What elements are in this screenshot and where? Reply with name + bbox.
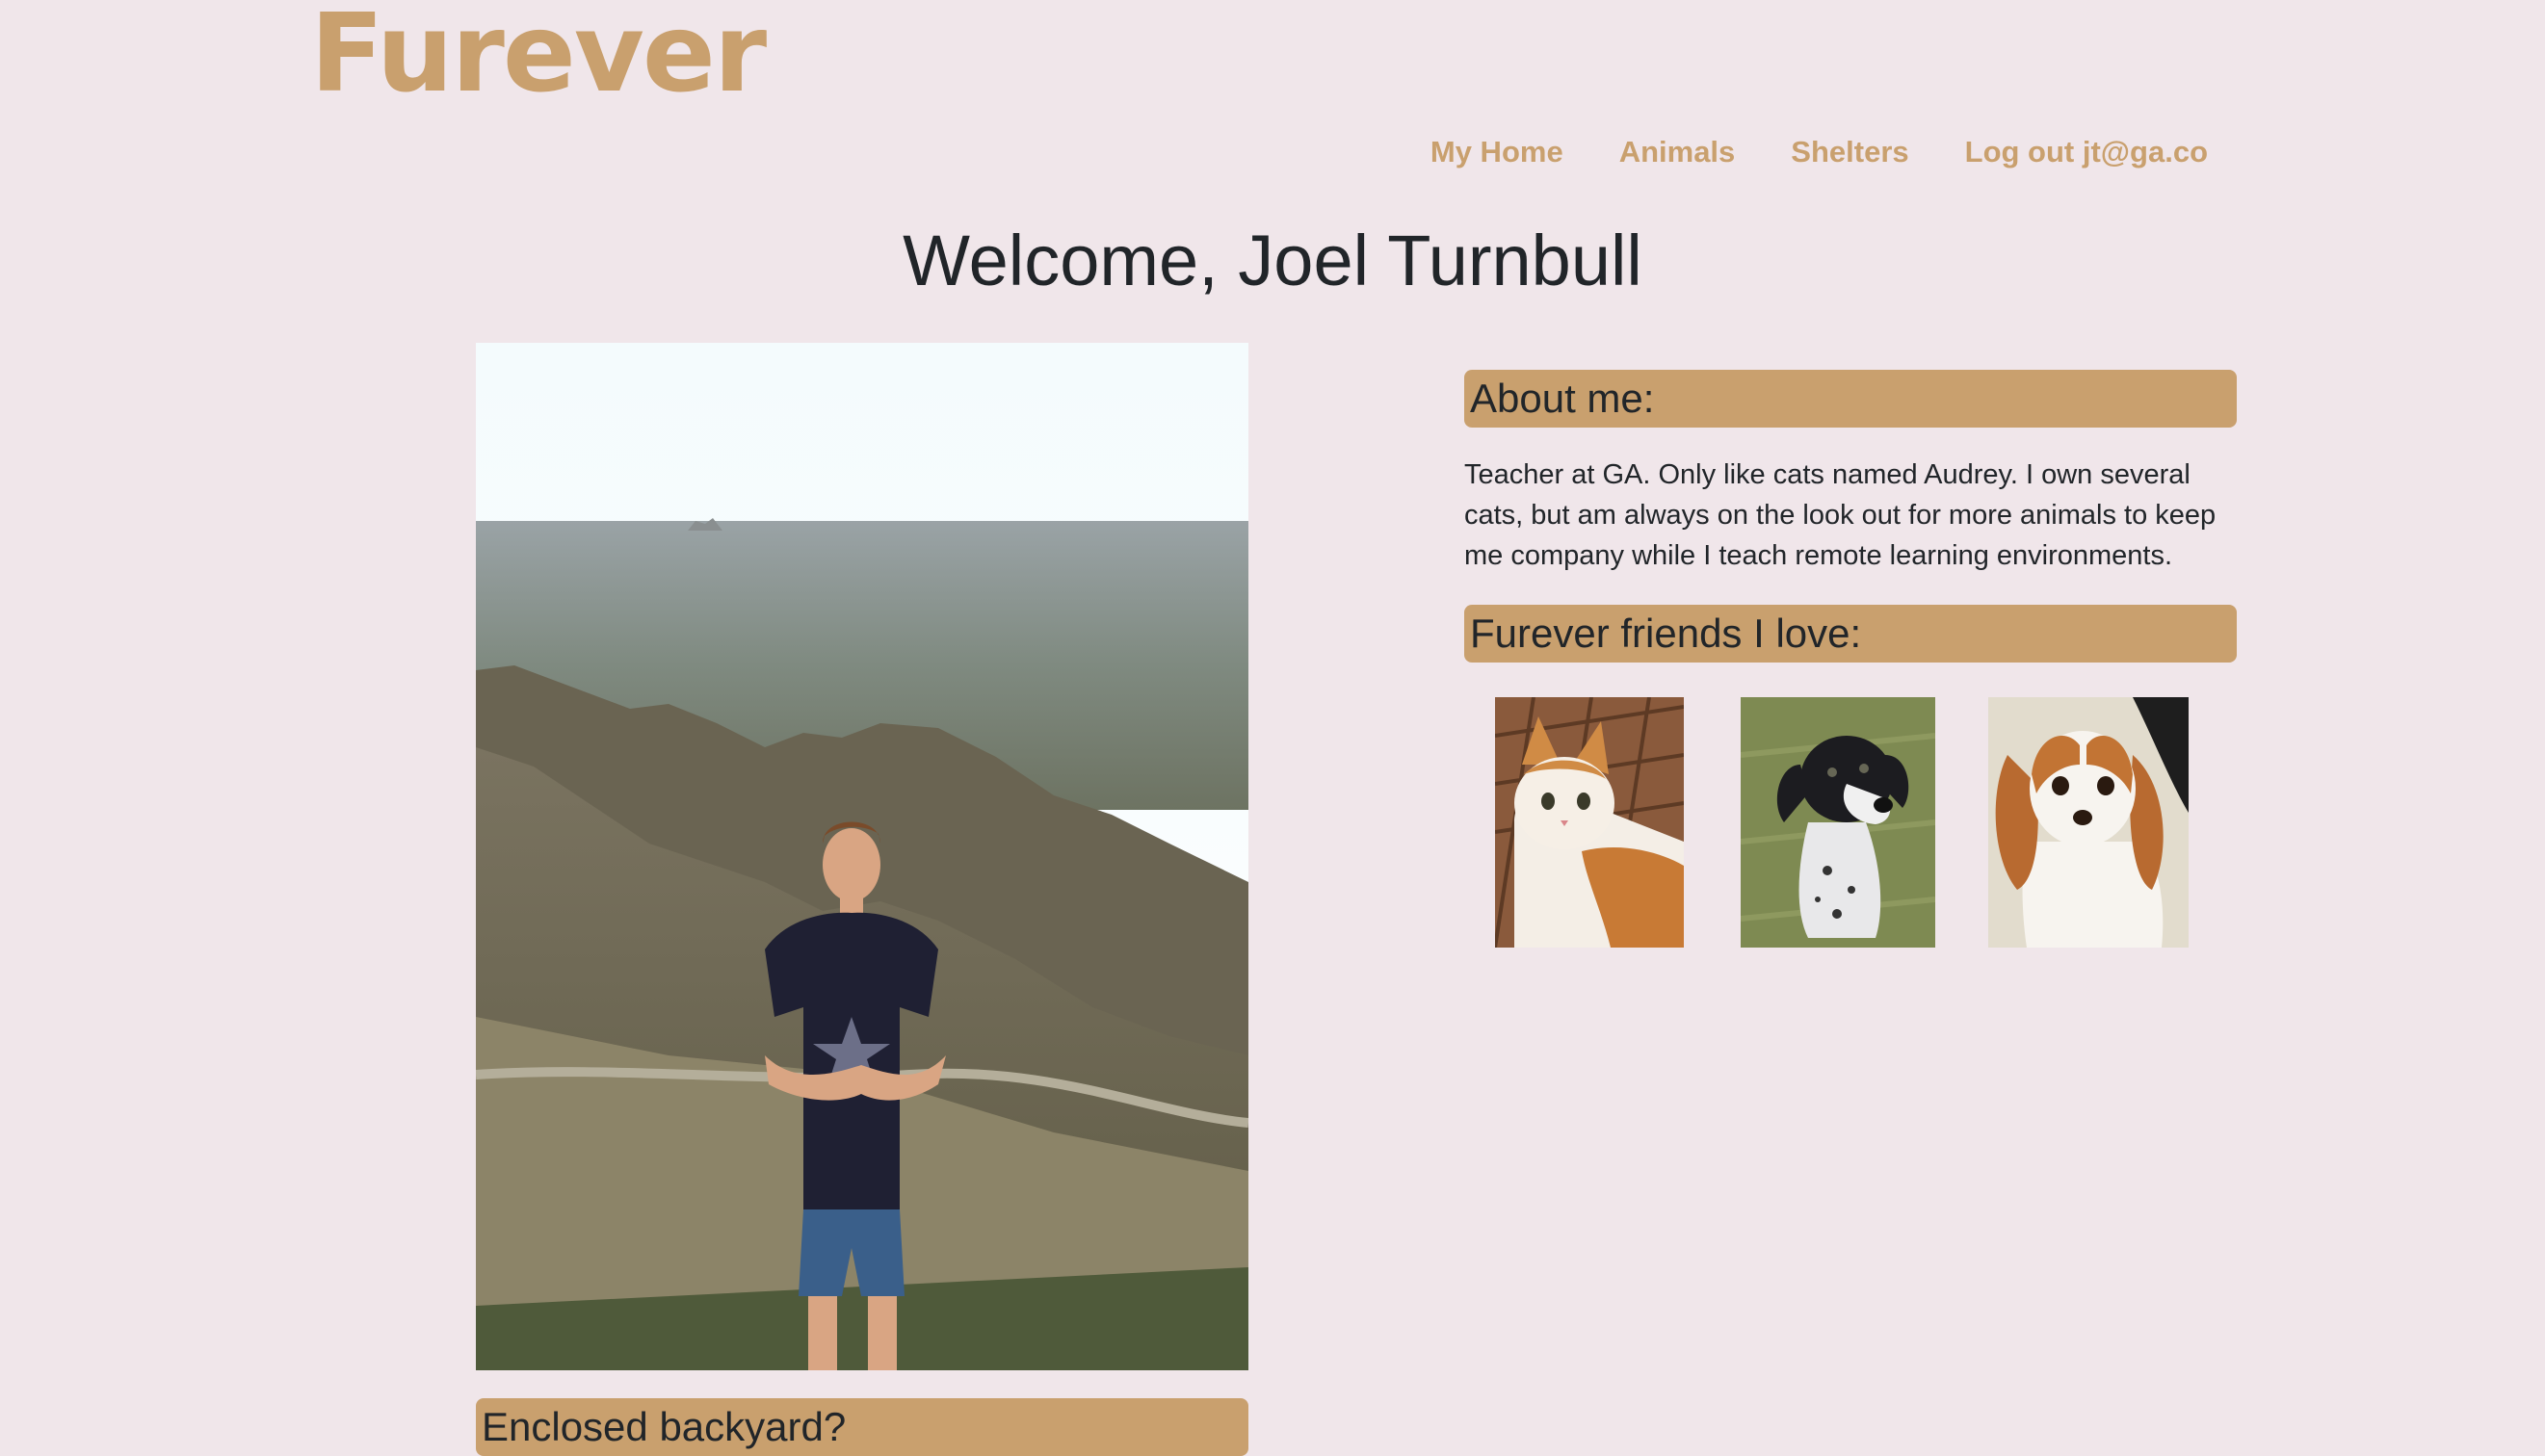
page-title: Welcome, Joel Turnbull — [903, 221, 1642, 300]
favorite-pet-spaniel[interactable] — [1988, 697, 2189, 948]
furever-logo[interactable]: Furever — [310, 0, 767, 108]
spaniel-icon — [1988, 697, 2189, 948]
favorites-heading: Furever friends I love: — [1464, 605, 2237, 663]
cat-icon — [1495, 697, 1684, 948]
about-me-heading: About me: — [1464, 370, 2237, 428]
dog-icon — [1741, 697, 1935, 948]
favorite-pet-dog[interactable] — [1741, 697, 1935, 948]
profile-photo — [476, 343, 1248, 1370]
nav-animals-link[interactable]: Animals — [1619, 135, 1736, 169]
nav-my-home-link[interactable]: My Home — [1430, 135, 1563, 169]
enclosed-backyard-heading: Enclosed backyard? — [476, 1398, 1248, 1456]
favorite-pet-cat[interactable] — [1495, 697, 1684, 948]
nav-shelters-link[interactable]: Shelters — [1791, 135, 1908, 169]
main-nav: My Home Animals Shelters Log out jt@ga.c… — [1430, 135, 2208, 169]
about-me-text: Teacher at GA. Only like cats named Audr… — [1464, 459, 2217, 571]
nav-logout-link[interactable]: Log out jt@ga.co — [1965, 135, 2208, 169]
